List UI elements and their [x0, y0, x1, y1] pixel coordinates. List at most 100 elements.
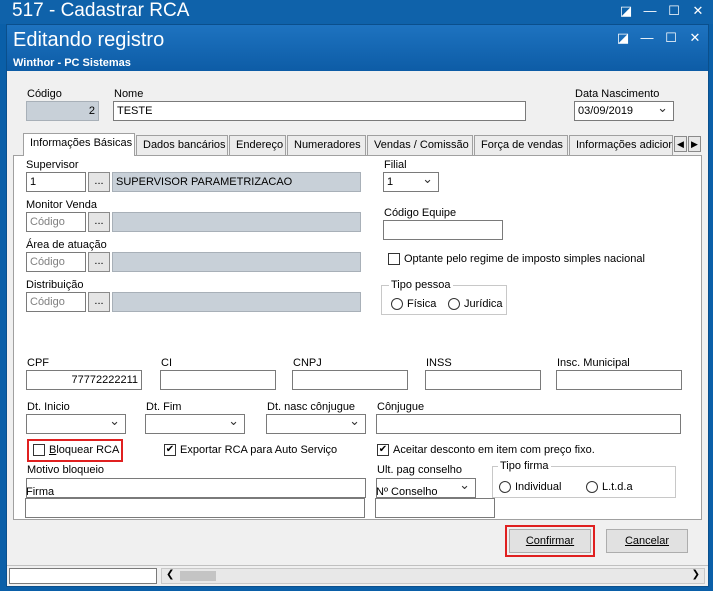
n-conselho-field[interactable]	[375, 498, 495, 518]
ltda-radio-circle[interactable]	[586, 481, 598, 493]
supervisor-code-field[interactable]: 1	[26, 172, 86, 192]
dialog-restore-icon[interactable]: ◪	[616, 31, 630, 45]
codigo-equipe-label: Código Equipe	[384, 207, 457, 219]
nome-field[interactable]: TESTE	[113, 101, 526, 121]
monitor-venda-name-field	[112, 212, 361, 232]
firma-field[interactable]	[25, 498, 365, 518]
ci-label: CI	[161, 357, 172, 369]
tab-dados-bancarios[interactable]: Dados bancários	[136, 135, 228, 155]
dialog-maximize-icon[interactable]: ☐	[664, 31, 678, 45]
motivo-bloqueio-field[interactable]	[26, 478, 366, 498]
codigo-label: Código	[27, 88, 62, 100]
scroll-right-icon[interactable]: ❯	[692, 569, 700, 580]
monitor-venda-code-field[interactable]: Código	[26, 212, 86, 232]
tab-endereco[interactable]: Endereço	[229, 135, 286, 155]
dt-inicio-field[interactable]	[26, 414, 126, 434]
codigo-equipe-field[interactable]	[383, 220, 503, 240]
cpf-field[interactable]: 77772222211	[26, 370, 142, 390]
dt-nasc-conjuge-label: Dt. nasc cônjugue	[267, 401, 356, 413]
individual-radio-circle[interactable]	[499, 481, 511, 493]
cnpj-label: CNPJ	[293, 357, 322, 369]
aceitar-desconto-label: Aceitar desconto em item com preço fixo.	[393, 444, 595, 456]
monitor-venda-lookup-button[interactable]: ...	[88, 212, 110, 232]
codigo-field: 2	[26, 101, 99, 121]
ult-pag-conselho-label: Ult. pag conselho	[377, 464, 462, 476]
optante-simples-checkbox[interactable]: Optante pelo regime de imposto simples n…	[388, 253, 645, 265]
minimize-icon[interactable]: —	[643, 4, 657, 18]
outer-window-title: 517 - Cadastrar RCA	[12, 0, 190, 21]
data-nasc-label: Data Nascimento	[575, 88, 660, 100]
area-atuacao-label: Área de atuação	[26, 239, 107, 251]
aceitar-desconto-box[interactable]: ✔	[377, 444, 389, 456]
tab-scroll-left-icon[interactable]: ◀	[674, 136, 687, 152]
dt-fim-field[interactable]	[145, 414, 245, 434]
status-bar: ❮ ❯	[7, 565, 708, 586]
supervisor-lookup-button[interactable]: ...	[88, 172, 110, 192]
tipo-firma-individual-radio[interactable]: Individual	[499, 481, 561, 493]
insc-municipal-field[interactable]	[556, 370, 682, 390]
close-icon[interactable]: ✕	[691, 4, 705, 18]
cancelar-button[interactable]: Cancelar	[606, 529, 688, 553]
tipo-firma-ltda-radio[interactable]: L.t.d.a	[586, 481, 633, 493]
tab-panel-informacoes-basicas: Supervisor 1 ... SUPERVISOR PARAMETRIZAC…	[13, 155, 702, 520]
tab-forca-de-vendas[interactable]: Força de vendas	[474, 135, 568, 155]
inss-label: INSS	[426, 357, 452, 369]
tab-vendas-comissao[interactable]: Vendas / Comissão	[367, 135, 473, 155]
ltda-label: L.t.d.a	[602, 481, 633, 493]
supervisor-name-field: SUPERVISOR PARAMETRIZACAO	[112, 172, 361, 192]
dialog-title: Editando registro	[13, 29, 165, 51]
distribuicao-name-field	[112, 292, 361, 312]
distribuicao-label: Distribuição	[26, 279, 84, 291]
tab-scroll-right-icon[interactable]: ▶	[688, 136, 701, 152]
cnpj-field[interactable]	[292, 370, 408, 390]
status-field	[9, 568, 157, 584]
filial-select[interactable]: 1	[383, 172, 439, 192]
dialog-close-icon[interactable]: ✕	[688, 31, 702, 45]
dt-nasc-conjuge-field[interactable]	[266, 414, 366, 434]
distribuicao-code-field[interactable]: Código	[26, 292, 86, 312]
fisica-label: Física	[407, 298, 437, 310]
insc-municipal-label: Insc. Municipal	[557, 357, 630, 369]
ci-field[interactable]	[160, 370, 276, 390]
nome-label: Nome	[114, 88, 144, 100]
firma-label: Firma	[26, 486, 55, 498]
tab-numeradores[interactable]: Numeradores	[287, 135, 366, 155]
exportar-rca-box[interactable]: ✔	[164, 444, 176, 456]
conjuge-field[interactable]	[376, 414, 681, 434]
fisica-radio-circle[interactable]	[391, 298, 403, 310]
dt-fim-label: Dt. Fim	[146, 401, 182, 413]
distribuicao-lookup-button[interactable]: ...	[88, 292, 110, 312]
data-nasc-field[interactable]: 03/09/2019	[574, 101, 674, 121]
tipo-pessoa-label: Tipo pessoa	[389, 279, 453, 291]
filial-label: Filial	[384, 159, 407, 171]
individual-label: Individual	[515, 481, 562, 493]
optante-simples-label: Optante pelo regime de imposto simples n…	[404, 253, 645, 265]
confirmar-highlight	[505, 525, 595, 557]
exportar-rca-checkbox[interactable]: ✔ Exportar RCA para Auto Serviço	[164, 444, 337, 456]
juridica-radio-circle[interactable]	[448, 298, 460, 310]
edit-dialog: Editando registro Winthor - PC Sistemas …	[6, 24, 709, 587]
motivo-bloqueio-label: Motivo bloqueio	[27, 464, 105, 476]
tipo-pessoa-fisica-radio[interactable]: Física	[391, 298, 436, 310]
dialog-subtitle: Winthor - PC Sistemas	[13, 57, 131, 69]
tab-informacoes-adicionais[interactable]: Informações adicion	[569, 135, 673, 155]
tipo-firma-label: Tipo firma	[498, 460, 551, 472]
scrollbar-thumb[interactable]	[180, 571, 216, 581]
bloquear-rca-highlight	[27, 439, 123, 462]
area-atuacao-lookup-button[interactable]: ...	[88, 252, 110, 272]
optante-simples-box[interactable]	[388, 253, 400, 265]
maximize-icon[interactable]: ☐	[667, 4, 681, 18]
restore-icon[interactable]: ◪	[619, 4, 633, 18]
tipo-pessoa-juridica-radio[interactable]: Jurídica	[448, 298, 503, 310]
supervisor-label: Supervisor	[26, 159, 79, 171]
outer-window-titlebar: 517 - Cadastrar RCA ◪ — ☐ ✕	[0, 0, 713, 24]
horizontal-scrollbar[interactable]: ❮ ❯	[161, 568, 705, 584]
tab-informacoes-basicas[interactable]: Informações Básicas	[23, 133, 135, 156]
aceitar-desconto-checkbox[interactable]: ✔ Aceitar desconto em item com preço fix…	[377, 444, 595, 456]
inss-field[interactable]	[425, 370, 541, 390]
area-atuacao-code-field[interactable]: Código	[26, 252, 86, 272]
area-atuacao-name-field	[112, 252, 361, 272]
dialog-minimize-icon[interactable]: —	[640, 31, 654, 45]
scroll-left-icon[interactable]: ❮	[166, 569, 174, 580]
conjuge-label: Cônjugue	[377, 401, 425, 413]
